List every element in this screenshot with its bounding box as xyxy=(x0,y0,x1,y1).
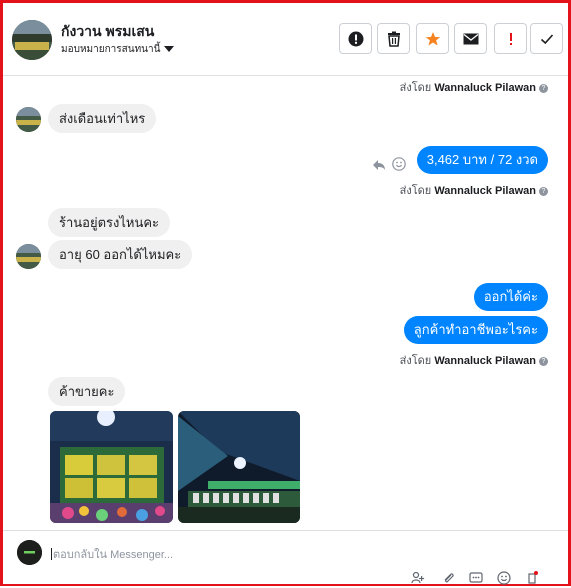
reply-placeholder: ตอบกลับใน Messenger... xyxy=(53,549,174,561)
reply-icon[interactable] xyxy=(372,158,386,176)
outgoing-message[interactable]: ออกได้ค่ะ xyxy=(473,283,548,311)
delete-button[interactable] xyxy=(377,23,410,54)
incoming-message[interactable]: ค้าขายคะ xyxy=(48,377,126,406)
assign-conversation-dropdown[interactable]: มอบหมายการสนทนานี้ xyxy=(61,42,175,57)
important-button[interactable] xyxy=(494,23,527,54)
incoming-message[interactable]: ร้านอยู่ตรงไหนคะ xyxy=(48,208,171,237)
incoming-message[interactable]: ส่งเดือนเท่าไหร xyxy=(48,104,157,133)
contact-name[interactable]: กังวาน พรมเสน xyxy=(61,21,154,43)
contact-avatar-small[interactable] xyxy=(16,244,41,269)
sent-by-label: ส่งโดย Wannaluck Pilawan? xyxy=(400,351,548,369)
incoming-message[interactable]: อายุ 60 ออกได้ไหมคะ xyxy=(48,240,193,269)
info-icon[interactable]: ? xyxy=(539,187,548,196)
caret-down-icon xyxy=(164,46,175,53)
sent-by-label: ส่งโดย Wannaluck Pilawan? xyxy=(400,181,548,199)
message-thread[interactable]: ส่งโดย Wannaluck Pilawan? ส่งเดือนเท่าไห… xyxy=(3,76,568,528)
mark-unread-button[interactable] xyxy=(454,23,487,54)
alert-circle-icon xyxy=(348,31,363,46)
outgoing-message[interactable]: 3,462 บาท / 72 งวด xyxy=(416,146,548,174)
info-icon[interactable]: ? xyxy=(539,357,548,366)
report-spam-button[interactable] xyxy=(339,23,372,54)
outgoing-message[interactable]: ลูกค้าทำอาชีพอะไรคะ xyxy=(403,316,548,344)
exclamation-icon xyxy=(509,32,512,45)
saved-reply-icon[interactable] xyxy=(469,571,483,585)
message-composer: ตอบกลับใน Messenger... xyxy=(3,530,568,585)
assign-label: มอบหมายการสนทนานี้ xyxy=(61,44,161,55)
sent-by-label: ส่งโดย Wannaluck Pilawan? xyxy=(400,78,548,96)
add-person-icon[interactable] xyxy=(411,571,425,585)
emoji-icon[interactable] xyxy=(392,157,406,176)
text-cursor xyxy=(51,548,52,560)
info-icon[interactable]: ? xyxy=(539,84,548,93)
trash-icon xyxy=(387,31,400,47)
star-icon xyxy=(425,31,440,45)
checkmark-icon xyxy=(540,33,553,44)
star-button[interactable] xyxy=(416,23,449,54)
mark-done-button[interactable] xyxy=(530,23,563,54)
reply-input[interactable]: ตอบกลับใน Messenger... xyxy=(51,545,173,563)
emoji-picker-icon[interactable] xyxy=(497,571,511,585)
conversation-header: กังวาน พรมเสน มอบหมายการสนทนานี้ xyxy=(3,3,568,76)
shop-photo[interactable] xyxy=(178,411,300,523)
attachment-icon[interactable] xyxy=(441,571,455,585)
envelope-icon xyxy=(463,33,478,44)
contact-avatar-small[interactable] xyxy=(16,107,41,132)
shop-photo[interactable] xyxy=(50,411,173,523)
more-options-icon[interactable] xyxy=(525,571,539,585)
page-avatar xyxy=(17,540,42,565)
contact-avatar[interactable] xyxy=(12,20,52,60)
